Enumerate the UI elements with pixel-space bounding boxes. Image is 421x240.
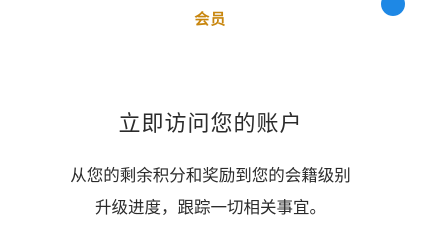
description-line-2: 升级进度，跟踪一切相关事宜。 [95,198,326,217]
membership-tab-label: 会员 [194,10,227,28]
membership-page: 会员 立即访问您的账户 从您的剩余积分和奖励到您的会籍级别 升级进度，跟踪一切相… [0,0,421,234]
page-headline: 立即访问您的账户 [118,112,303,137]
membership-tab[interactable]: 会员 [0,8,421,29]
description-line-1: 从您的剩余积分和奖励到您的会籍级别 [70,166,351,185]
description-text: 从您的剩余积分和奖励到您的会籍级别 升级进度，跟踪一切相关事宜。 [0,160,421,224]
